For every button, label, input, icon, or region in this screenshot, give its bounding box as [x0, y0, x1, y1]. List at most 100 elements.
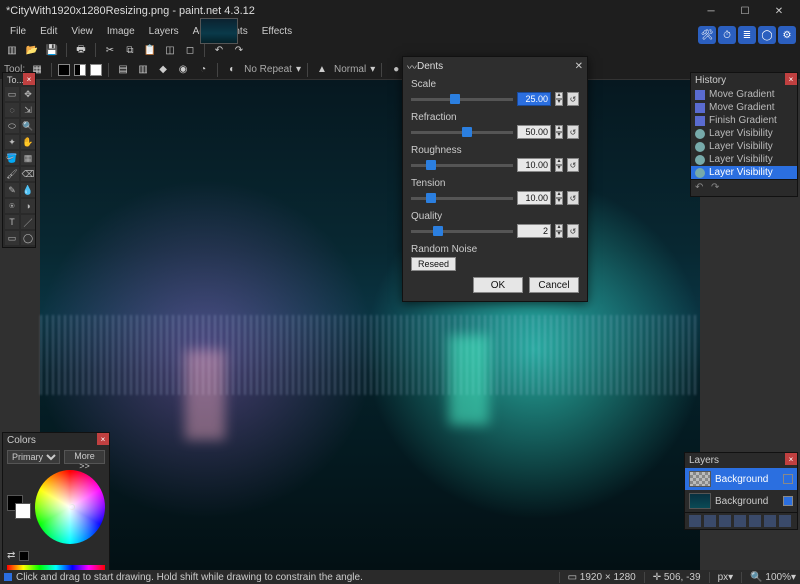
panel-history-icon[interactable]: ⏱	[718, 26, 736, 44]
layer-down-icon[interactable]	[764, 515, 776, 527]
shape-fill-2[interactable]	[74, 64, 86, 76]
paste-icon[interactable]: 📋	[142, 42, 158, 58]
menu-image[interactable]: Image	[101, 24, 141, 39]
layer-row[interactable]: Background	[685, 468, 797, 490]
pan-tool[interactable]: ✋	[21, 135, 35, 149]
open-icon[interactable]: 📂	[24, 42, 40, 58]
text-tool[interactable]: T	[5, 215, 19, 229]
redo-icon[interactable]: ↷	[231, 42, 247, 58]
line-tool[interactable]: ／	[21, 215, 35, 229]
rect-tool[interactable]: ▭	[5, 231, 19, 245]
panel-tools-icon[interactable]: 🛠	[698, 26, 716, 44]
minimize-button[interactable]: ─	[694, 0, 728, 22]
history-item[interactable]: Layer Visibility	[691, 127, 797, 140]
menu-layers[interactable]: Layers	[143, 24, 185, 39]
history-item[interactable]: Layer Visibility	[691, 153, 797, 166]
cancel-button[interactable]: Cancel	[529, 277, 579, 293]
zoom-tool[interactable]: 🔍	[21, 119, 35, 133]
panel-colors-icon[interactable]: ◯	[758, 26, 776, 44]
secondary-swatch[interactable]	[15, 503, 31, 519]
print-icon[interactable]: 🖶	[73, 42, 89, 58]
eraser-tool[interactable]: ⌫	[21, 167, 35, 181]
spinner-3[interactable]: ▴▾	[555, 191, 563, 205]
pencil-tool[interactable]: ✎	[5, 183, 19, 197]
save-icon[interactable]: 💾	[44, 42, 60, 58]
color-wheel[interactable]	[35, 470, 105, 544]
brush-tool[interactable]: 🖌	[5, 167, 19, 181]
repeat-label[interactable]: No Repeat	[244, 64, 292, 75]
blend-label[interactable]: Normal	[334, 64, 366, 75]
crop-icon[interactable]: ◫	[162, 42, 178, 58]
bucket-icon[interactable]: ▲	[314, 62, 330, 78]
reseed-button[interactable]: Reseed	[411, 257, 456, 271]
history-item[interactable]: Finish Gradient	[691, 114, 797, 127]
undo-icon[interactable]: ↶	[211, 42, 227, 58]
slider-2[interactable]	[411, 164, 513, 167]
shape-fill-3[interactable]	[90, 64, 102, 76]
menu-file[interactable]: File	[4, 24, 32, 39]
wand-tool[interactable]: ✦	[5, 135, 19, 149]
colors-close-button[interactable]: ×	[97, 433, 109, 445]
layer-visibility-checkbox[interactable]	[783, 496, 793, 506]
history-redo-icon[interactable]: ↷	[711, 182, 723, 194]
menu-view[interactable]: View	[65, 24, 99, 39]
color-channel-select[interactable]: Primary	[7, 450, 60, 464]
cut-icon[interactable]: ✂	[102, 42, 118, 58]
slider-4[interactable]	[411, 230, 513, 233]
gradient-radial-icon[interactable]: ◉	[175, 62, 191, 78]
fill-tool[interactable]: 🪣	[5, 151, 19, 165]
more-button[interactable]: More >>	[64, 450, 105, 464]
slider-1[interactable]	[411, 131, 513, 134]
gradient-linear-icon[interactable]: ▤	[115, 62, 131, 78]
canvas[interactable]	[40, 80, 700, 570]
layer-merge-icon[interactable]	[734, 515, 746, 527]
layers-close-button[interactable]: ×	[785, 453, 797, 465]
swap-colors-icon[interactable]: ⇄	[7, 550, 15, 561]
gradient-conical-icon[interactable]: ◔	[195, 62, 211, 78]
maximize-button[interactable]: ☐	[728, 0, 762, 22]
reset-3[interactable]: ↺	[567, 191, 579, 205]
shape-tool[interactable]: ◯	[21, 231, 35, 245]
layer-visibility-checkbox[interactable]	[783, 474, 793, 484]
picker-tool[interactable]: 💧	[21, 183, 35, 197]
document-thumbnail[interactable]	[200, 18, 238, 44]
layer-delete-icon[interactable]	[704, 515, 716, 527]
ok-button[interactable]: OK	[473, 277, 523, 293]
status-zoom[interactable]: 100%	[765, 572, 791, 583]
reset-4[interactable]: ↺	[567, 224, 579, 238]
tools-close-button[interactable]: ×	[23, 73, 35, 85]
value-1[interactable]: 50.00	[517, 125, 551, 139]
value-2[interactable]: 10.00	[517, 158, 551, 172]
shape-fill-1[interactable]	[58, 64, 70, 76]
layer-props-icon[interactable]	[779, 515, 791, 527]
gradient-diamond-icon[interactable]: ◆	[155, 62, 171, 78]
move-selection-tool[interactable]: ⇲	[21, 103, 35, 117]
reset-2[interactable]: ↺	[567, 158, 579, 172]
copy-icon[interactable]: ⧉	[122, 42, 138, 58]
history-item[interactable]: Layer Visibility	[691, 166, 797, 179]
spinner-2[interactable]: ▴▾	[555, 158, 563, 172]
reset-1[interactable]: ↺	[567, 125, 579, 139]
layer-row[interactable]: Background	[685, 490, 797, 512]
gradient-reflected-icon[interactable]: ▥	[135, 62, 151, 78]
layer-duplicate-icon[interactable]	[719, 515, 731, 527]
ellipse-select-tool[interactable]: ⬭	[5, 119, 19, 133]
history-item[interactable]: Move Gradient	[691, 88, 797, 101]
mini-swatch[interactable]	[19, 551, 29, 561]
value-4[interactable]: 2	[517, 224, 551, 238]
gradient-tool[interactable]: ▦	[21, 151, 35, 165]
rect-select-tool[interactable]: ▭	[5, 87, 19, 101]
status-unit[interactable]: px	[709, 572, 729, 583]
history-undo-icon[interactable]: ↶	[695, 182, 707, 194]
slider-3[interactable]	[411, 197, 513, 200]
history-item[interactable]: Layer Visibility	[691, 140, 797, 153]
slider-0[interactable]	[411, 98, 513, 101]
value-3[interactable]: 10.00	[517, 191, 551, 205]
value-0[interactable]: 25.00	[517, 92, 551, 106]
close-button[interactable]: ✕	[762, 0, 796, 22]
spinner-0[interactable]: ▴▾	[555, 92, 563, 106]
panel-layers-icon[interactable]: ≣	[738, 26, 756, 44]
layer-add-icon[interactable]	[689, 515, 701, 527]
color-mode-icon[interactable]: ◐	[224, 62, 240, 78]
deselect-icon[interactable]: ◻	[182, 42, 198, 58]
